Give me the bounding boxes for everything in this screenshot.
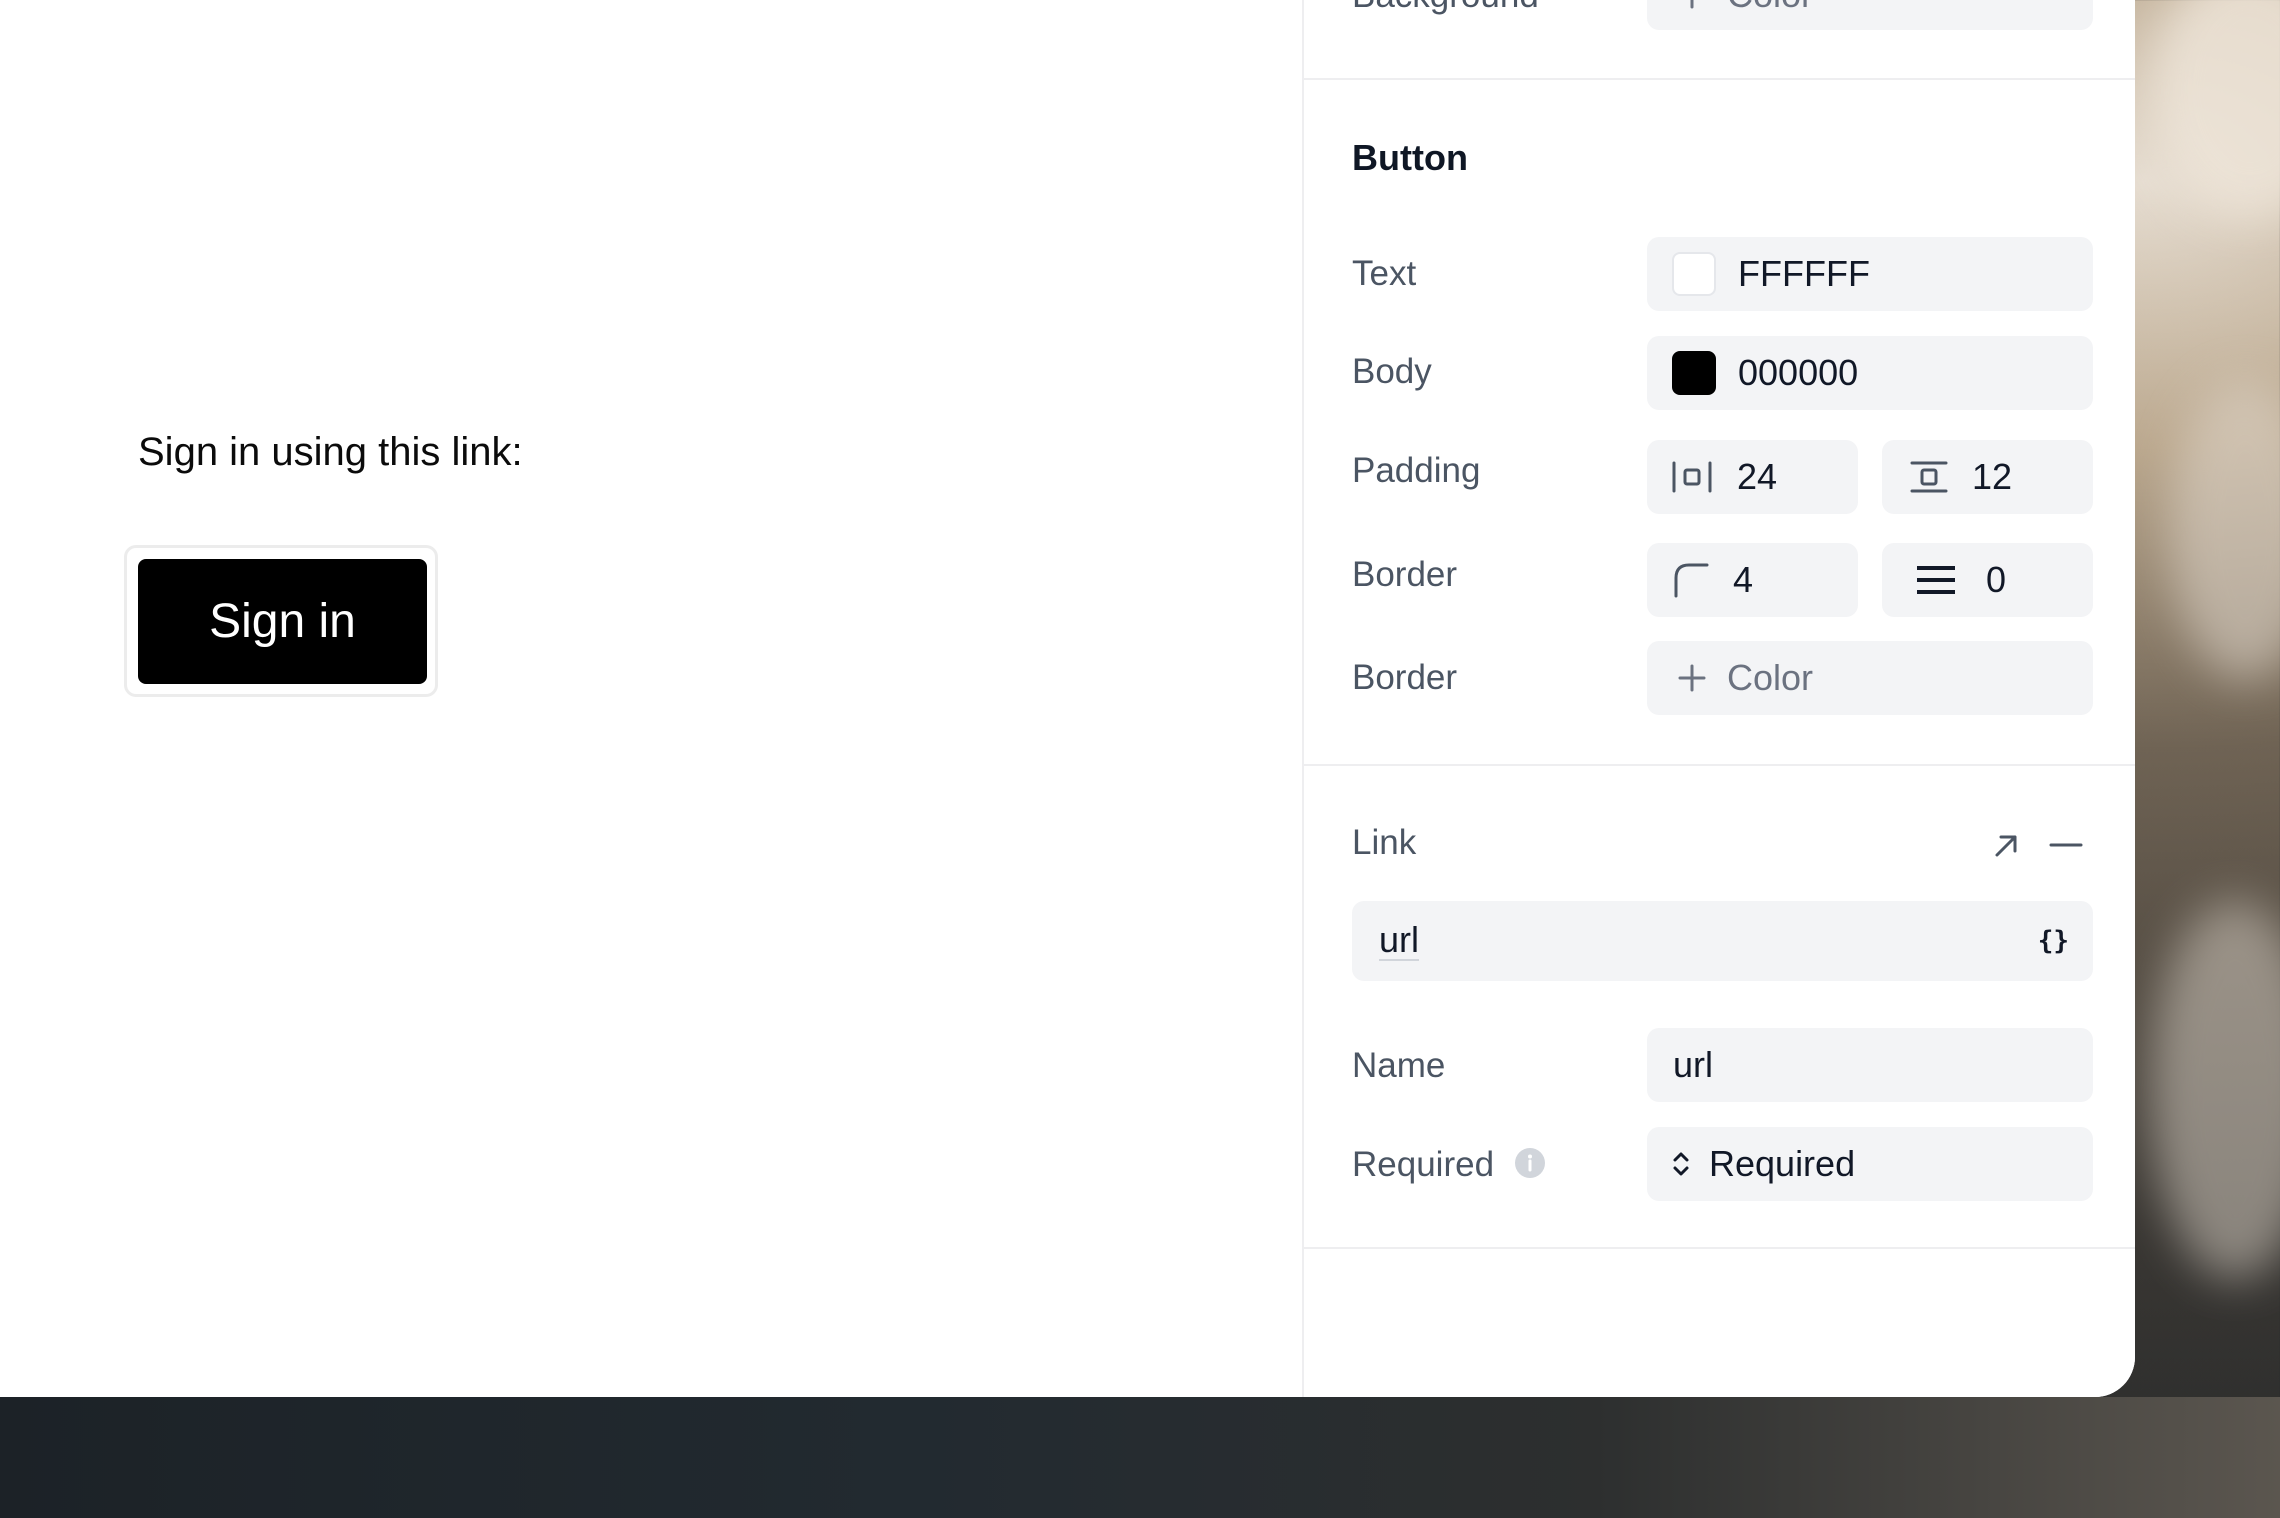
- required-select[interactable]: Required: [1647, 1127, 2093, 1201]
- text-color-field[interactable]: FFFFFF: [1647, 237, 2093, 311]
- body-color-value: 000000: [1738, 352, 1859, 393]
- border-color-value: Color: [1727, 657, 1814, 698]
- padding-vertical-value: 12: [1972, 456, 2013, 497]
- minus-icon[interactable]: [2049, 828, 2083, 862]
- background-cloud: [2170, 380, 2280, 680]
- background-cloud: [2150, 900, 2280, 1280]
- text-color-label: Text: [1352, 254, 1417, 293]
- chevron-up-down-icon: [1671, 1148, 1691, 1180]
- background-label: Background: [1352, 0, 1539, 16]
- name-value: url: [1673, 1044, 1714, 1085]
- desktop-background: [0, 1397, 2280, 1518]
- email-preview: Sign in using this link: Sign in: [0, 0, 1302, 1397]
- background-color-value: Color: [1727, 0, 1813, 16]
- border-radius-field[interactable]: 4: [1647, 543, 1858, 617]
- name-field[interactable]: url: [1647, 1028, 2093, 1102]
- section-divider: [1304, 764, 2135, 766]
- link-section-title: Link: [1352, 823, 1417, 862]
- background-color-field[interactable]: Color: [1647, 0, 2093, 30]
- link-url-value: url: [1379, 919, 1420, 961]
- section-divider: [1304, 1247, 2135, 1249]
- button-section-title: Button: [1352, 137, 1468, 178]
- border-color-label: Border: [1352, 658, 1458, 697]
- body-color-label: Body: [1352, 352, 1432, 391]
- border-width-icon: [1916, 564, 1956, 596]
- sign-in-button[interactable]: Sign in: [138, 559, 427, 684]
- border-color-field[interactable]: Color: [1647, 641, 2093, 715]
- padding-horizontal-icon: [1671, 459, 1713, 495]
- link-url-field[interactable]: url {}: [1352, 901, 2093, 981]
- section-divider: [1304, 78, 2135, 80]
- plus-icon: [1677, 0, 1707, 10]
- preview-intro-text: Sign in using this link:: [138, 430, 523, 474]
- background-cloud: [2150, 0, 2280, 220]
- border-width-value: 0: [1986, 559, 2007, 600]
- padding-vertical-icon: [1910, 459, 1948, 495]
- editor-window: Sign in using this link: Sign in Backgro…: [0, 0, 2135, 1397]
- required-select-value: Required: [1709, 1143, 1856, 1184]
- name-label: Name: [1352, 1046, 1446, 1085]
- corner-radius-icon: [1673, 562, 1709, 598]
- body-color-swatch: [1672, 351, 1716, 395]
- properties-panel: Background Color Button Text FFFFFF Body…: [1302, 0, 2135, 1397]
- padding-label: Padding: [1352, 451, 1481, 490]
- padding-horizontal-value: 24: [1737, 456, 1778, 497]
- text-color-value: FFFFFF: [1738, 253, 1870, 294]
- body-color-field[interactable]: 000000: [1647, 336, 2093, 410]
- arrow-up-right-icon[interactable]: [1990, 828, 2024, 862]
- padding-horizontal-field[interactable]: 24: [1647, 440, 1858, 514]
- padding-vertical-field[interactable]: 12: [1882, 440, 2093, 514]
- border-radius-value: 4: [1733, 559, 1754, 600]
- braces-icon[interactable]: {}: [2038, 926, 2069, 956]
- required-label: Required: [1352, 1145, 1495, 1184]
- text-color-swatch: [1672, 252, 1716, 296]
- border-width-field[interactable]: 0: [1882, 543, 2093, 617]
- plus-icon: [1677, 663, 1707, 693]
- border-radius-label: Border: [1352, 555, 1458, 594]
- info-icon[interactable]: [1514, 1147, 1546, 1179]
